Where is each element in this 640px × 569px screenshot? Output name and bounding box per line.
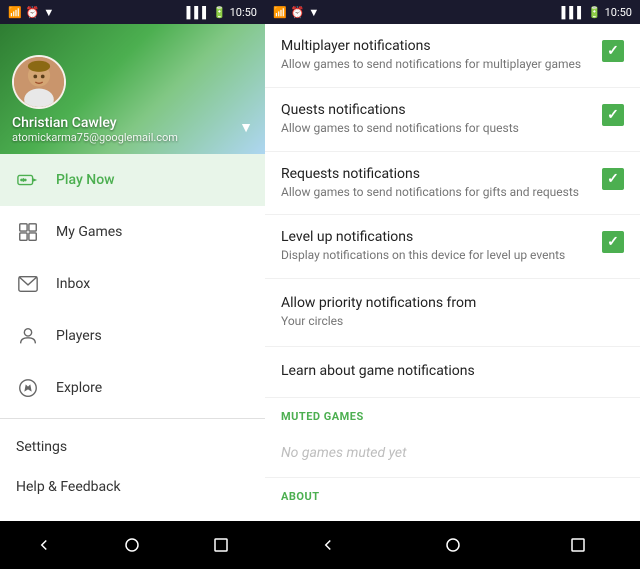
levelup-checkmark: ✓	[607, 234, 619, 250]
menu-items: Play Now My Games Inbox	[0, 154, 265, 521]
bluetooth-icon: 📶	[8, 6, 22, 19]
multiplayer-notif-desc: Allow games to send notifications for mu…	[281, 56, 590, 73]
profile-area: Christian Cawley atomickarma75@googlemai…	[0, 24, 265, 154]
inbox-label: Inbox	[56, 276, 90, 292]
right-home-button[interactable]	[433, 525, 473, 565]
sidebar-item-players[interactable]: Players	[0, 310, 265, 362]
quests-notif-desc: Allow games to send notifications for qu…	[281, 120, 590, 137]
quests-notif-text: Quests notifications Allow games to send…	[281, 102, 602, 137]
quests-notif-item: Quests notifications Allow games to send…	[265, 88, 640, 152]
levelup-notif-item: Level up notifications Display notificat…	[265, 215, 640, 279]
left-time: 10:50	[230, 6, 257, 19]
right-back-button[interactable]	[308, 525, 348, 565]
players-icon	[16, 324, 40, 348]
sidebar-item-explore[interactable]: Explore	[0, 362, 265, 414]
settings-item[interactable]: Settings	[0, 427, 265, 467]
avatar	[12, 55, 66, 109]
play-now-icon	[16, 168, 40, 192]
quests-checkmark: ✓	[607, 107, 619, 123]
levelup-checkbox[interactable]: ✓	[602, 231, 624, 253]
home-button[interactable]	[112, 525, 152, 565]
levelup-notif-text: Level up notifications Display notificat…	[281, 229, 602, 264]
right-time: 10:50	[605, 6, 632, 19]
recent-button[interactable]	[201, 525, 241, 565]
right-status-bar: 📶 ⏰ ▼ ▌▌▌ 🔋 10:50	[265, 0, 640, 24]
requests-checkbox[interactable]: ✓	[602, 168, 624, 190]
menu-divider	[0, 418, 265, 419]
requests-notif-item: Requests notifications Allow games to se…	[265, 152, 640, 216]
my-games-icon	[16, 220, 40, 244]
right-bluetooth-icon: 📶	[273, 6, 287, 19]
right-recent-button[interactable]	[558, 525, 598, 565]
my-games-label: My Games	[56, 224, 122, 240]
requests-notif-title: Requests notifications	[281, 166, 590, 182]
players-label: Players	[56, 328, 102, 344]
about-section-header: ABOUT	[265, 478, 640, 509]
right-signal-icon: ▌▌▌	[562, 6, 585, 19]
left-nav-bar	[0, 521, 265, 569]
alarm-icon: ⏰	[26, 6, 40, 19]
play-now-label: Play Now	[56, 172, 115, 188]
right-nav-bar	[265, 521, 640, 569]
sidebar-item-play-now[interactable]: Play Now	[0, 154, 265, 206]
battery-icon: 🔋	[213, 6, 227, 19]
back-button[interactable]	[24, 525, 64, 565]
right-panel: 📶 ⏰ ▼ ▌▌▌ 🔋 10:50 Multiplayer notificati…	[265, 0, 640, 569]
multiplayer-notif-text: Multiplayer notifications Allow games to…	[281, 38, 602, 73]
status-left-icons: 📶 ⏰ ▼	[8, 6, 54, 19]
left-panel: 📶 ⏰ ▼ ▌▌▌ 🔋 10:50	[0, 0, 265, 569]
priority-title: Allow priority notifications from	[281, 295, 624, 311]
bottom-menu: Settings Help & Feedback	[0, 423, 265, 511]
wifi-icon: ▼	[43, 6, 54, 19]
inbox-icon	[16, 272, 40, 296]
right-battery-icon: 🔋	[588, 6, 602, 19]
user-name: Christian Cawley	[12, 115, 253, 131]
multiplayer-notif-item: Multiplayer notifications Allow games to…	[265, 24, 640, 88]
priority-sub: Your circles	[281, 313, 624, 330]
multiplayer-notif-title: Multiplayer notifications	[281, 38, 590, 54]
multiplayer-checkbox[interactable]: ✓	[602, 40, 624, 62]
user-info: Christian Cawley atomickarma75@googlemai…	[12, 115, 253, 144]
right-alarm-icon: ⏰	[291, 6, 305, 19]
muted-section-header: MUTED GAMES	[265, 398, 640, 429]
explore-icon	[16, 376, 40, 400]
muted-placeholder: No games muted yet	[265, 429, 640, 478]
user-email: atomickarma75@googlemail.com	[12, 131, 253, 144]
help-item[interactable]: Help & Feedback	[0, 467, 265, 507]
quests-notif-title: Quests notifications	[281, 102, 590, 118]
right-content: Multiplayer notifications Allow games to…	[265, 24, 640, 521]
explore-label: Explore	[56, 380, 102, 396]
avatar-face	[14, 57, 64, 107]
requests-notif-desc: Allow games to send notifications for gi…	[281, 184, 590, 201]
learn-title: Learn about game notifications	[281, 363, 624, 379]
right-status-right: ▌▌▌ 🔋 10:50	[562, 6, 633, 19]
multiplayer-checkmark: ✓	[607, 43, 619, 59]
dropdown-arrow-icon[interactable]: ▼	[239, 119, 253, 136]
learn-link[interactable]: Learn about game notifications	[265, 347, 640, 398]
right-wifi-icon: ▼	[308, 6, 319, 19]
requests-notif-text: Requests notifications Allow games to se…	[281, 166, 602, 201]
sidebar-item-my-games[interactable]: My Games	[0, 206, 265, 258]
priority-link[interactable]: Allow priority notifications from Your c…	[265, 279, 640, 347]
sidebar-item-inbox[interactable]: Inbox	[0, 258, 265, 310]
status-right: ▌▌▌ 🔋 10:50	[187, 6, 258, 19]
quests-checkbox[interactable]: ✓	[602, 104, 624, 126]
requests-checkmark: ✓	[607, 171, 619, 187]
signal-icon: ▌▌▌	[187, 6, 210, 19]
levelup-notif-title: Level up notifications	[281, 229, 590, 245]
about-content: Play Games version 3.4.12 (2379351-038)	[265, 509, 640, 521]
left-status-bar: 📶 ⏰ ▼ ▌▌▌ 🔋 10:50	[0, 0, 265, 24]
levelup-notif-desc: Display notifications on this device for…	[281, 247, 590, 264]
right-status-left: 📶 ⏰ ▼	[273, 6, 319, 19]
